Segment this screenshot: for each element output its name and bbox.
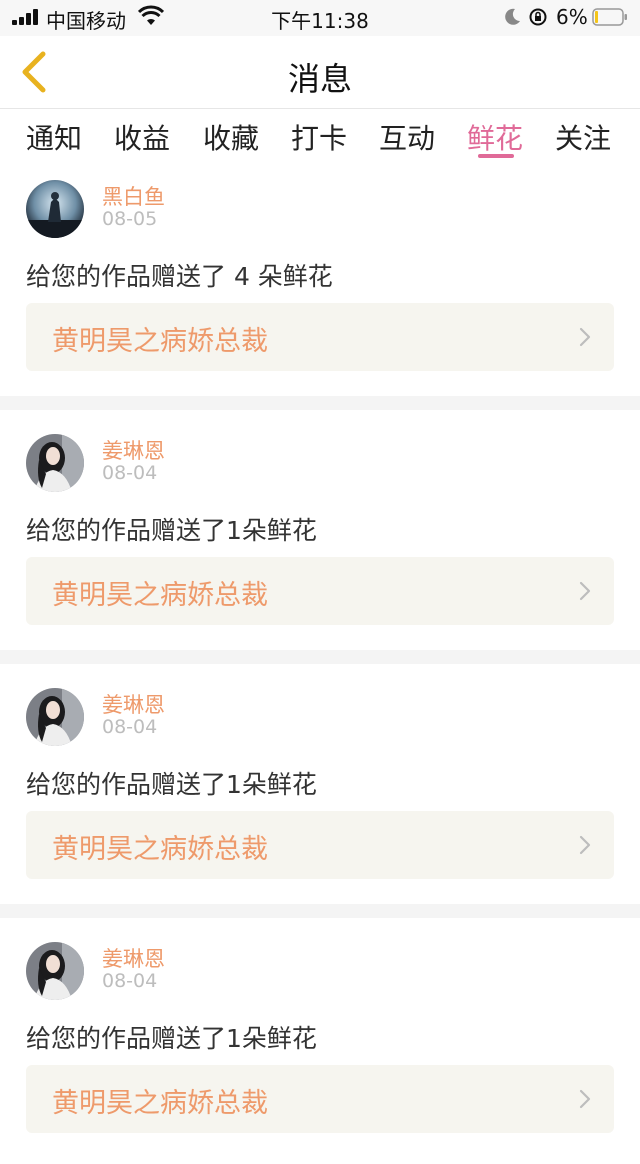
tab-bar: 通知 收益 收藏 打卡 互动 鲜花 关注 bbox=[0, 109, 640, 161]
battery-percent: 6% bbox=[556, 5, 588, 29]
tab-flowers[interactable]: 鲜花 bbox=[467, 117, 523, 157]
active-tab-indicator bbox=[478, 154, 514, 158]
message-text: 给您的作品赠送了1朵鲜花 bbox=[26, 1024, 317, 1053]
moon-icon bbox=[505, 8, 520, 25]
avatar[interactable] bbox=[26, 688, 84, 746]
message-text: 给您的作品赠送了1朵鲜花 bbox=[26, 516, 317, 545]
sender-name[interactable]: 姜琳恩 bbox=[102, 435, 165, 465]
tab-interaction[interactable]: 互动 bbox=[379, 117, 435, 157]
work-link[interactable]: 黄明昊之病娇总裁 bbox=[26, 811, 614, 879]
avatar[interactable] bbox=[26, 180, 84, 238]
chevron-left-icon bbox=[22, 51, 46, 93]
chevron-right-icon bbox=[579, 1089, 591, 1109]
list-item: 姜琳恩 08-04 给您的作品赠送了1朵鲜花 黄明昊之病娇总裁 bbox=[0, 416, 640, 656]
message-date: 08-04 bbox=[102, 970, 158, 992]
message-text: 给您的作品赠送了1朵鲜花 bbox=[26, 770, 317, 799]
work-title: 黄明昊之病娇总裁 bbox=[52, 580, 268, 611]
list-item: 黑白鱼 08-05 给您的作品赠送了 4 朵鲜花 黄明昊之病娇总裁 bbox=[0, 162, 640, 402]
wifi-icon bbox=[138, 5, 164, 25]
work-title: 黄明昊之病娇总裁 bbox=[52, 326, 268, 357]
nav-bar: 消息 bbox=[0, 36, 640, 109]
tab-notice[interactable]: 通知 bbox=[26, 117, 82, 157]
sender-name[interactable]: 姜琳恩 bbox=[102, 689, 165, 719]
work-link[interactable]: 黄明昊之病娇总裁 bbox=[26, 557, 614, 625]
chevron-right-icon bbox=[579, 327, 591, 347]
page-title: 消息 bbox=[287, 60, 352, 98]
chevron-right-icon bbox=[579, 835, 591, 855]
list-item: 姜琳恩 08-04 给您的作品赠送了1朵鲜花 黄明昊之病娇总裁 bbox=[0, 924, 640, 1164]
message-date: 08-04 bbox=[102, 716, 158, 738]
work-title: 黄明昊之病娇总裁 bbox=[52, 1088, 268, 1119]
section-divider bbox=[0, 650, 640, 664]
section-divider bbox=[0, 904, 640, 918]
chevron-right-icon bbox=[579, 581, 591, 601]
sender-name[interactable]: 姜琳恩 bbox=[102, 943, 165, 973]
list-item: 姜琳恩 08-04 给您的作品赠送了1朵鲜花 黄明昊之病娇总裁 bbox=[0, 670, 640, 910]
sender-name[interactable]: 黑白鱼 bbox=[102, 181, 165, 211]
battery-icon bbox=[592, 8, 627, 26]
back-button[interactable] bbox=[14, 50, 54, 94]
tab-follow[interactable]: 关注 bbox=[555, 117, 611, 157]
rotation-lock-icon bbox=[529, 8, 547, 26]
carrier-label: 中国移动 bbox=[46, 9, 126, 33]
signal-icon bbox=[12, 9, 40, 25]
tab-favorites[interactable]: 收藏 bbox=[203, 117, 259, 157]
avatar[interactable] bbox=[26, 434, 84, 492]
work-link[interactable]: 黄明昊之病娇总裁 bbox=[26, 303, 614, 371]
message-date: 08-04 bbox=[102, 462, 158, 484]
tab-earnings[interactable]: 收益 bbox=[114, 117, 170, 157]
message-text: 给您的作品赠送了 4 朵鲜花 bbox=[26, 262, 333, 291]
work-title: 黄明昊之病娇总裁 bbox=[52, 834, 268, 865]
avatar[interactable] bbox=[26, 942, 84, 1000]
section-divider bbox=[0, 396, 640, 410]
message-date: 08-05 bbox=[102, 208, 158, 230]
tab-checkin[interactable]: 打卡 bbox=[291, 117, 347, 157]
work-link[interactable]: 黄明昊之病娇总裁 bbox=[26, 1065, 614, 1133]
status-bar: 中国移动 下午11:38 6% bbox=[0, 0, 640, 36]
